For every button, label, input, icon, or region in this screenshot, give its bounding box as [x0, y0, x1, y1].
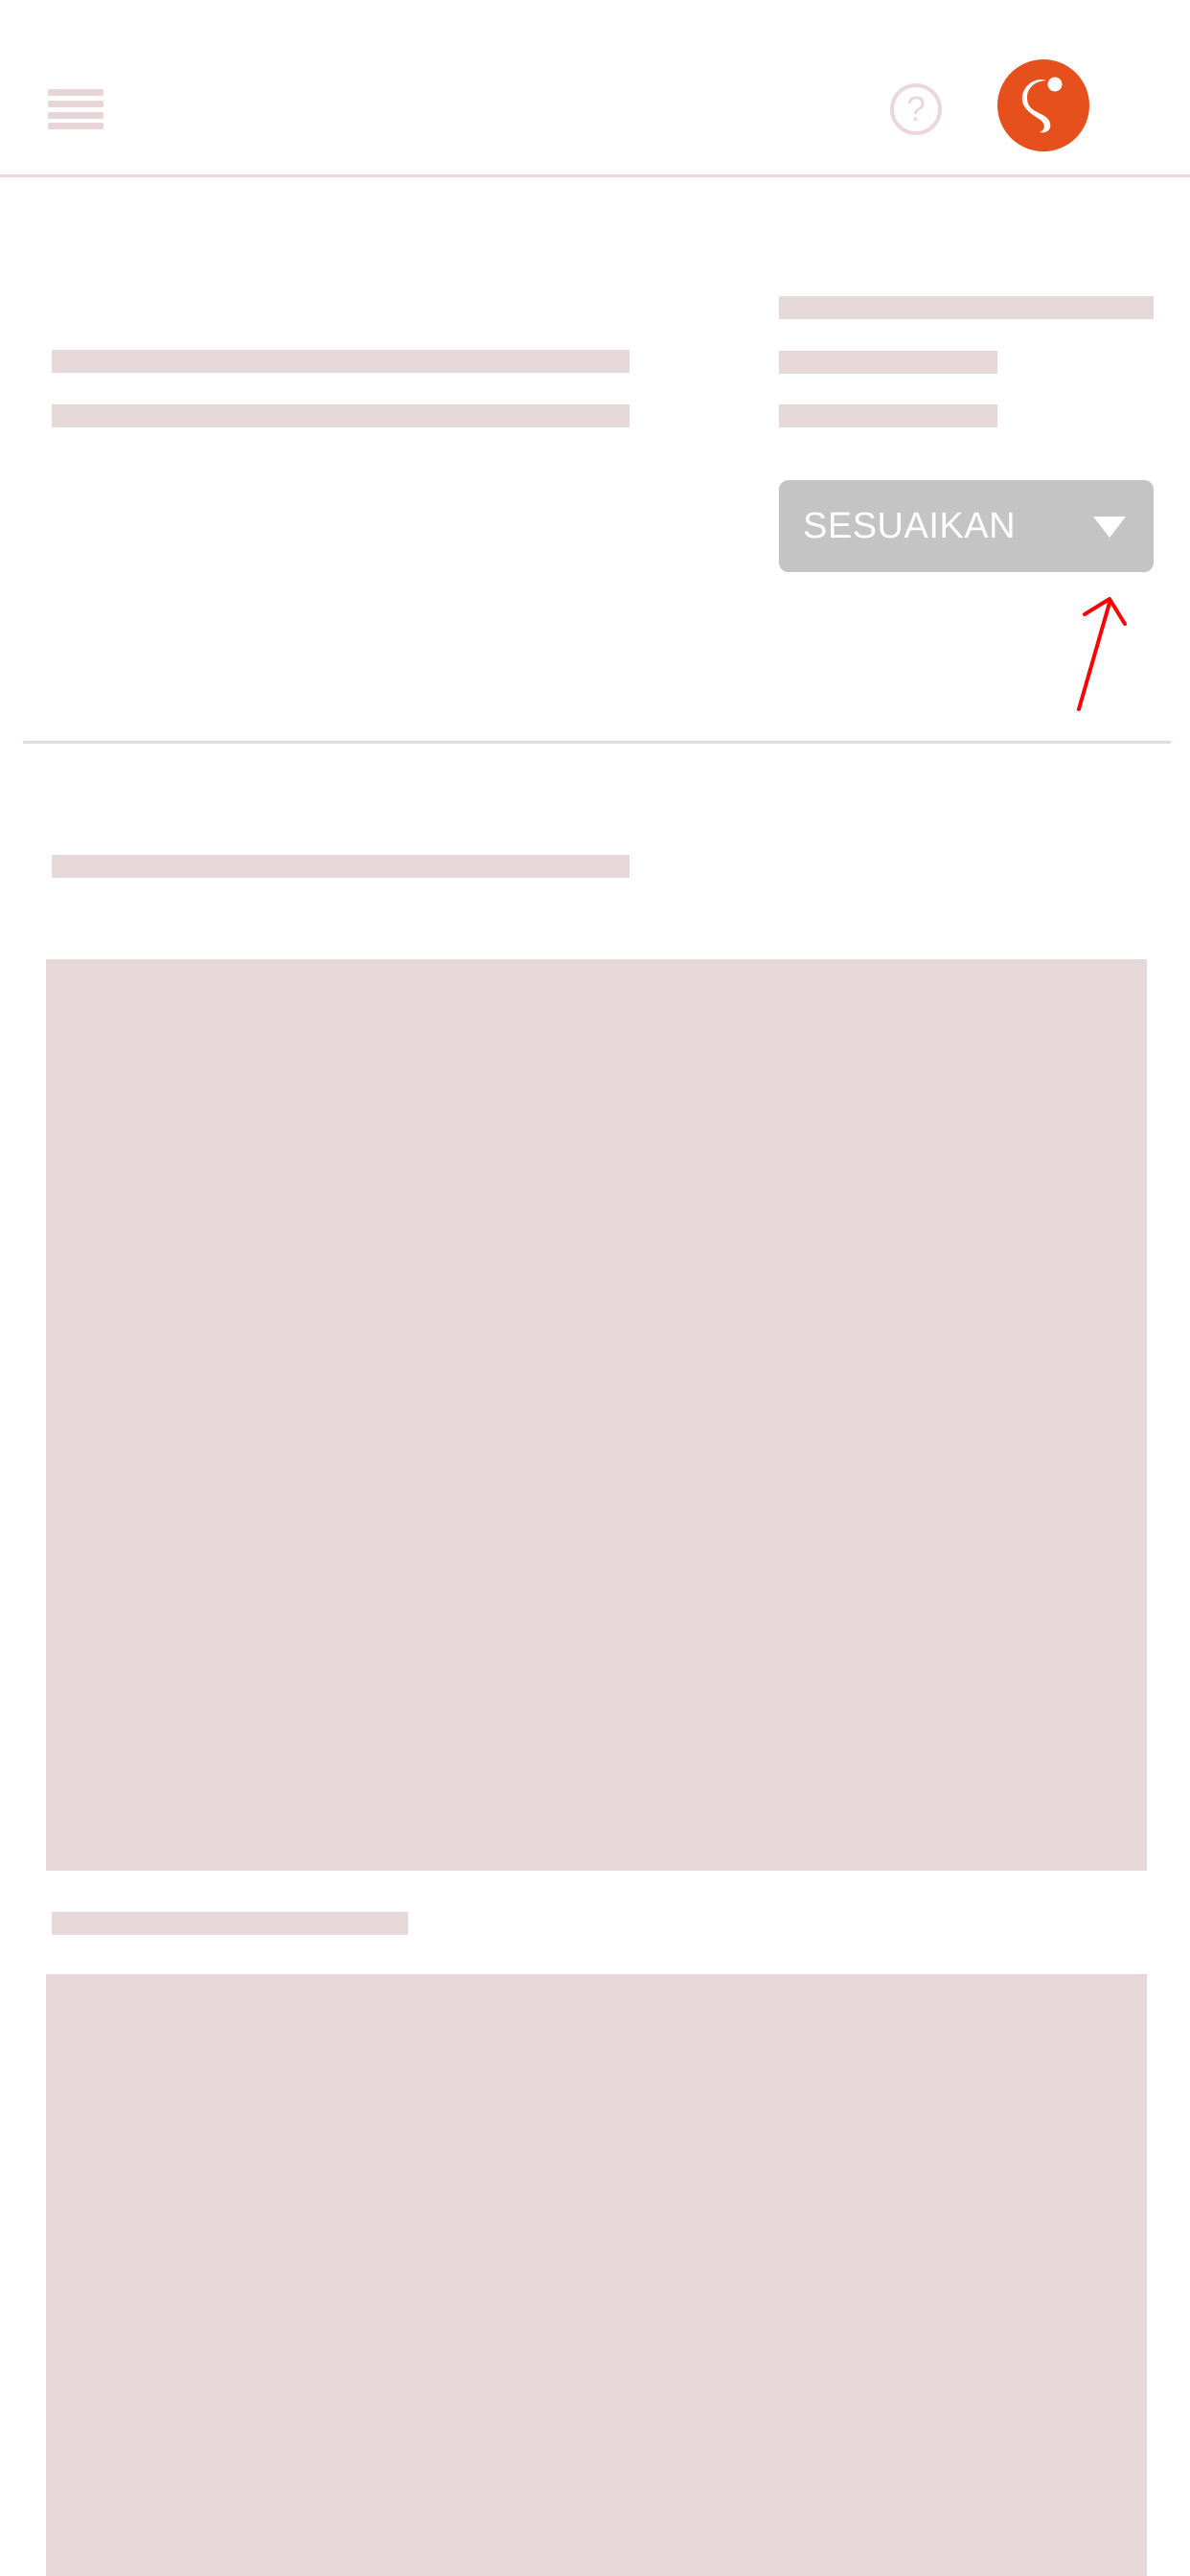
skeleton-card	[46, 1974, 1147, 2576]
skeleton-line	[779, 404, 997, 427]
skeleton-section-title	[52, 855, 629, 878]
top-bar: ?	[0, 0, 1190, 177]
annotation-arrow-icon	[1077, 597, 1127, 711]
section-divider	[23, 741, 1171, 744]
skeleton-line	[52, 404, 629, 427]
question-mark-icon[interactable]: ?	[890, 83, 942, 135]
hamburger-menu-icon[interactable]	[48, 89, 103, 129]
skeleton-line	[52, 350, 629, 373]
triangle-down-icon	[1093, 517, 1126, 538]
skeleton-line	[779, 296, 1154, 319]
skeleton-section-title	[52, 1912, 408, 1935]
skeleton-card	[46, 959, 1147, 1871]
logo-icon[interactable]	[997, 59, 1089, 151]
screen: { "header": { "menu_icon": "hamburger-me…	[0, 0, 1190, 2576]
customize-dropdown-button[interactable]: SESUAIKAN	[779, 480, 1154, 572]
skeleton-line	[779, 351, 997, 374]
customize-dropdown-label: SESUAIKAN	[803, 506, 1017, 546]
